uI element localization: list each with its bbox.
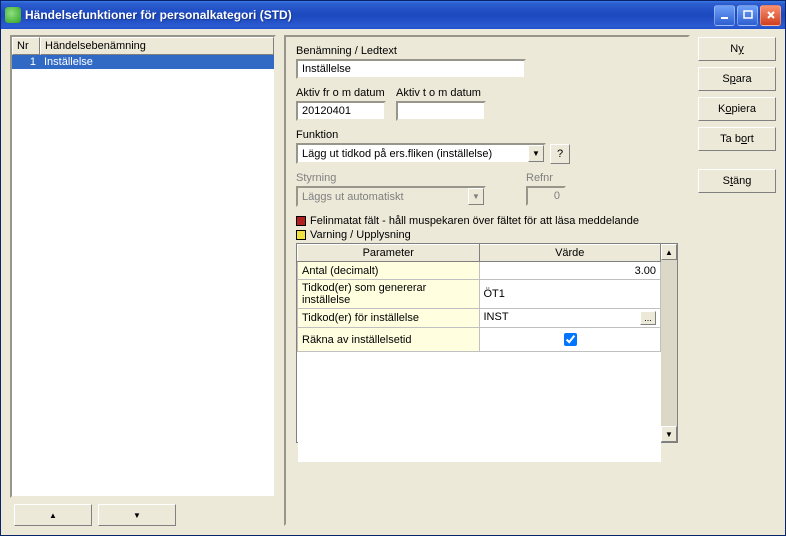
stang-button[interactable]: Stäng xyxy=(698,169,776,193)
param-value[interactable]: INST ... xyxy=(479,309,661,328)
close-button[interactable] xyxy=(760,5,781,26)
param-name: Räkna av inställelsetid xyxy=(298,328,480,352)
list-row[interactable]: 1 Inställelse xyxy=(12,55,274,69)
param-value[interactable]: 3.00 xyxy=(479,262,661,280)
param-name: Tidkod(er) som genererar inställelse xyxy=(298,280,480,309)
reorder-buttons: ▲ ▼ xyxy=(10,504,276,526)
btn-label: Ny xyxy=(730,43,743,55)
btn-label: Ta bort xyxy=(720,133,754,145)
param-col-header[interactable]: Parameter xyxy=(298,245,480,262)
client-area: Nr Händelsebenämning 1 Inställelse ▲ ▼ xyxy=(4,29,782,532)
scroll-up-button[interactable]: ▲ xyxy=(661,244,677,260)
help-icon: ? xyxy=(557,148,563,160)
scroll-up-icon: ▲ xyxy=(665,248,673,257)
left-panel: Nr Händelsebenämning 1 Inställelse ▲ ▼ xyxy=(10,35,276,526)
chevron-down-icon: ▼ xyxy=(468,188,484,205)
move-down-button[interactable]: ▼ xyxy=(98,504,176,526)
close-icon xyxy=(766,10,776,20)
row-name: Inställelse xyxy=(40,55,274,69)
ellipsis-button[interactable]: ... xyxy=(640,311,656,325)
maximize-icon xyxy=(743,10,753,20)
list-col-nr[interactable]: Nr xyxy=(12,37,40,55)
btn-label: Spara xyxy=(722,73,751,85)
arrow-down-icon: ▼ xyxy=(133,511,141,520)
btn-label: Stäng xyxy=(723,175,752,187)
titlebar: Händelsefunktioner för personalkategori … xyxy=(1,1,785,29)
table-scrollbar[interactable]: ▲ ▼ xyxy=(661,244,677,442)
refnr-input xyxy=(526,186,566,206)
legend-red-icon xyxy=(296,216,306,226)
legend-yellow-icon xyxy=(296,230,306,240)
param-name: Antal (decimalt) xyxy=(298,262,480,280)
aktiv-to-label: Aktiv t o m datum xyxy=(396,87,486,99)
value-col-header[interactable]: Värde xyxy=(479,245,661,262)
scroll-down-icon: ▼ xyxy=(665,430,673,439)
arrow-up-icon: ▲ xyxy=(49,511,57,520)
funktion-label: Funktion xyxy=(296,129,678,141)
minimize-button[interactable] xyxy=(714,5,735,26)
refnr-label: Refnr xyxy=(526,172,566,184)
param-value[interactable] xyxy=(479,328,661,352)
move-up-button[interactable]: ▲ xyxy=(14,504,92,526)
event-list[interactable]: Nr Händelsebenämning 1 Inställelse xyxy=(10,35,276,498)
window: Händelsefunktioner för personalkategori … xyxy=(0,0,786,536)
legend-red-text: Felinmatat fält - håll muspekaren över f… xyxy=(310,215,639,227)
table-row[interactable]: Räkna av inställelsetid xyxy=(298,328,661,352)
list-header: Nr Händelsebenämning xyxy=(12,37,274,55)
param-name: Tidkod(er) för inställelse xyxy=(298,309,480,328)
list-col-name[interactable]: Händelsebenämning xyxy=(40,37,274,55)
kopiera-button[interactable]: Kopiera xyxy=(698,97,776,121)
funktion-help-button[interactable]: ? xyxy=(550,144,570,164)
chevron-down-icon: ▼ xyxy=(528,145,544,162)
benamning-label: Benämning / Ledtext xyxy=(296,45,678,57)
action-buttons: Ny Spara Kopiera Ta bort Stäng xyxy=(698,35,776,526)
parameter-table: Parameter Värde Antal (decimalt) 3.00 Ti… xyxy=(297,244,661,462)
benamning-input[interactable] xyxy=(296,59,526,79)
legend-yellow-text: Varning / Upplysning xyxy=(310,229,411,241)
minimize-icon xyxy=(720,10,730,20)
app-icon xyxy=(5,7,21,23)
aktiv-to-input[interactable] xyxy=(396,101,486,121)
param-value-text: INST xyxy=(484,311,509,323)
btn-label: Kopiera xyxy=(718,103,756,115)
list-body: 1 Inställelse xyxy=(12,55,274,496)
table-row[interactable]: Tidkod(er) för inställelse INST ... xyxy=(298,309,661,328)
spara-button[interactable]: Spara xyxy=(698,67,776,91)
window-buttons xyxy=(714,5,781,26)
maximize-button[interactable] xyxy=(737,5,758,26)
scroll-track[interactable] xyxy=(661,260,677,426)
table-row[interactable]: Antal (decimalt) 3.00 xyxy=(298,262,661,280)
styrning-combo: Läggs ut automatiskt ▼ xyxy=(296,186,486,207)
parameter-table-wrap: Parameter Värde Antal (decimalt) 3.00 Ti… xyxy=(296,243,678,443)
styrning-label: Styrning xyxy=(296,172,486,184)
funktion-combo[interactable]: Lägg ut tidkod på ers.fliken (inställels… xyxy=(296,143,546,164)
window-title: Händelsefunktioner för personalkategori … xyxy=(25,8,714,22)
detail-panel: Benämning / Ledtext Aktiv fr o m datum A… xyxy=(284,35,690,526)
aktiv-fr-input[interactable] xyxy=(296,101,386,121)
funktion-value: Lägg ut tidkod på ers.fliken (inställels… xyxy=(298,148,528,160)
aktiv-fr-label: Aktiv fr o m datum xyxy=(296,87,386,99)
styrning-value: Läggs ut automatiskt xyxy=(298,191,468,203)
scroll-down-button[interactable]: ▼ xyxy=(661,426,677,442)
ny-button[interactable]: Ny xyxy=(698,37,776,61)
row-nr: 1 xyxy=(12,55,40,69)
legend: Felinmatat fält - håll muspekaren över f… xyxy=(296,215,678,241)
table-row[interactable]: Tidkod(er) som genererar inställelse ÖT1 xyxy=(298,280,661,309)
param-value[interactable]: ÖT1 xyxy=(479,280,661,309)
tabort-button[interactable]: Ta bort xyxy=(698,127,776,151)
rakna-av-checkbox[interactable] xyxy=(564,333,577,346)
